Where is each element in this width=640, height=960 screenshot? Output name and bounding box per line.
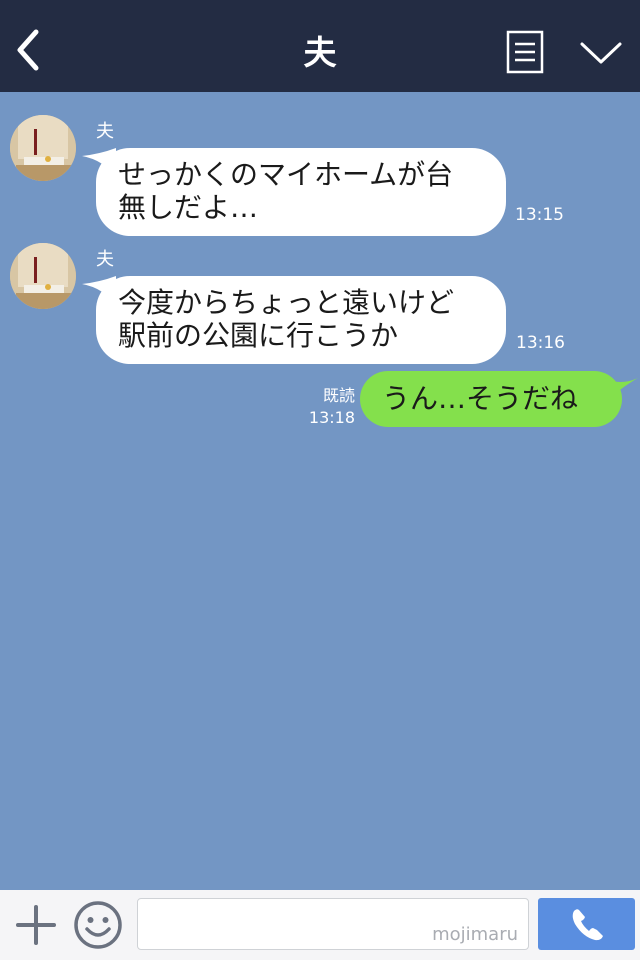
message-time: 13:16 xyxy=(516,333,565,353)
sender-avatar[interactable] xyxy=(10,243,76,309)
chevron-left-icon xyxy=(17,29,39,71)
sender-name: 夫 xyxy=(96,249,114,270)
emoji-button[interactable] xyxy=(72,899,124,951)
attach-button[interactable] xyxy=(14,903,58,947)
message-time: 13:18 xyxy=(308,408,355,427)
call-button[interactable] xyxy=(538,898,635,950)
avatar-image xyxy=(10,115,76,181)
message-time: 13:15 xyxy=(515,205,564,225)
message-bubble[interactable]: うん…そうだね xyxy=(360,371,622,427)
message-bubble[interactable]: 今度からちょっと遠いけど 駅前の公園に行こうか xyxy=(96,276,506,364)
chevron-down-icon xyxy=(580,42,622,64)
read-label: 既読 xyxy=(322,386,355,405)
smiley-icon xyxy=(74,901,122,949)
menu-toggle-button[interactable] xyxy=(578,36,624,70)
memo-button[interactable] xyxy=(505,30,545,74)
phone-icon xyxy=(572,909,603,941)
back-button[interactable] xyxy=(10,26,50,74)
document-icon xyxy=(506,30,544,74)
sender-name: 夫 xyxy=(96,121,114,142)
plus-icon xyxy=(16,905,56,945)
message-list[interactable]: 夫 せっかくのマイホームが台 無しだよ… 13:15 夫 今度からちょっと遠いけ… xyxy=(0,92,640,890)
avatar-image xyxy=(10,243,76,309)
bubble-tail xyxy=(604,378,638,404)
chat-header: 夫 xyxy=(0,0,640,92)
read-status: 既読 13:18 xyxy=(300,385,355,429)
sender-avatar[interactable] xyxy=(10,115,76,181)
message-bubble[interactable]: せっかくのマイホームが台 無しだよ… xyxy=(96,148,506,236)
message-input[interactable] xyxy=(137,898,529,950)
